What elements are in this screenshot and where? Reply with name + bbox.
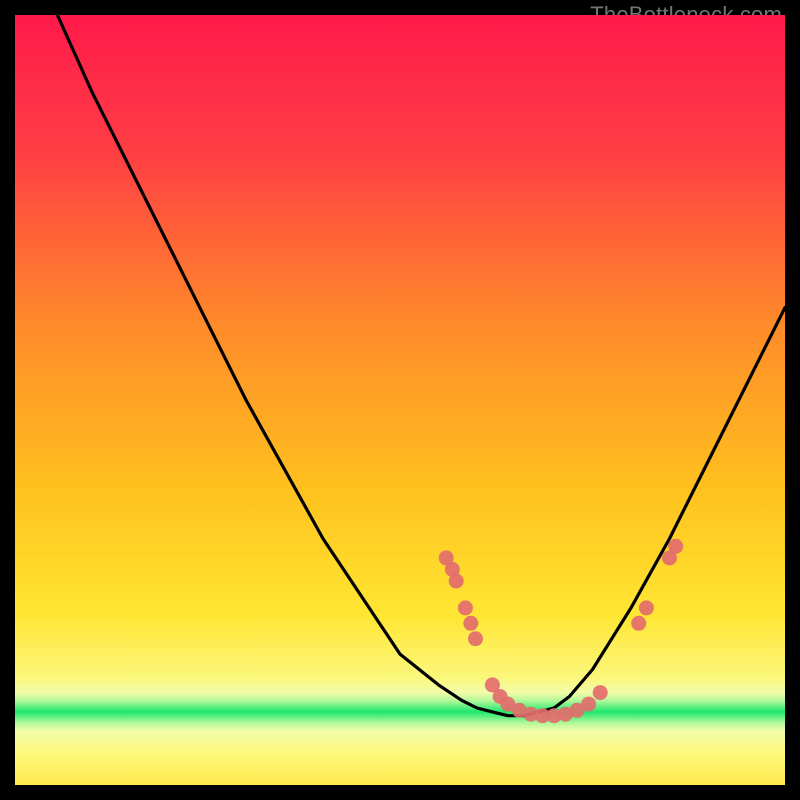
marker-dot <box>593 685 608 700</box>
marker-dot <box>581 697 596 712</box>
marker-dot <box>458 600 473 615</box>
gradient-background <box>15 15 785 785</box>
chart-frame <box>15 15 785 785</box>
marker-dot <box>463 616 478 631</box>
marker-dot <box>631 616 646 631</box>
marker-dot <box>668 539 683 554</box>
marker-dot <box>449 574 464 589</box>
chart-svg <box>15 15 785 785</box>
marker-dot <box>639 600 654 615</box>
marker-dot <box>468 631 483 646</box>
